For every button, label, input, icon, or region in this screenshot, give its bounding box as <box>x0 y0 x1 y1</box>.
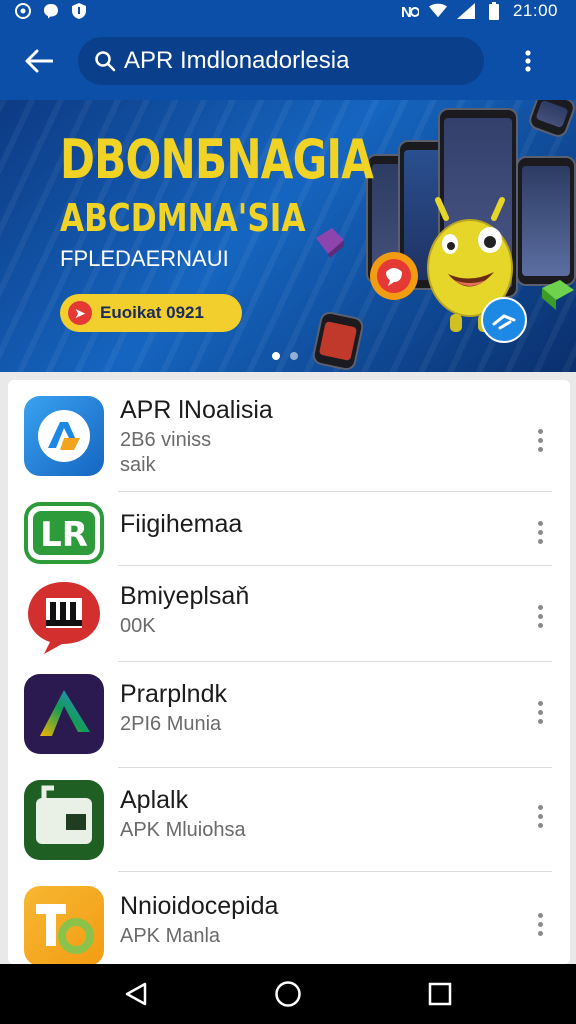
battery-icon <box>485 2 503 20</box>
app-icon-green-box <box>24 780 104 860</box>
share-bubble-icon <box>481 297 527 343</box>
nav-home-button[interactable] <box>258 964 318 1024</box>
more-vert-icon <box>525 50 531 72</box>
list-item-app-2[interactable]: LR Fiigihemaa <box>8 492 570 566</box>
app-icon-orange-ta <box>24 886 104 964</box>
heart-arrow-icon: ➤ <box>68 301 92 325</box>
banner-title: DBONБNAGIA <box>60 128 374 191</box>
app-5-texts: Aplalk APK Mluiohsa <box>120 786 246 842</box>
purple-cube-icon <box>316 228 344 258</box>
list-item-app-5[interactable]: Aplalk APK Mluiohsa <box>8 768 570 872</box>
system-nav-bar <box>0 964 576 1024</box>
app-list: APR lNoalisia 2B6 viniss saik LR Fiigihe… <box>8 380 570 964</box>
app-meta-2: saik <box>120 454 156 476</box>
search-icon <box>95 51 116 72</box>
app-meta: APK Manla <box>120 925 221 947</box>
more-vert-icon[interactable] <box>528 420 552 460</box>
signal-icon <box>456 2 475 20</box>
app-icon-gradient-triangle <box>24 674 104 754</box>
shield-icon <box>70 2 88 20</box>
banner-cta-label: Euoikat 0921 <box>100 303 204 322</box>
app-name: APR lNoalisia <box>120 396 273 424</box>
app-name: Aplalk <box>120 786 189 814</box>
app-meta: 00K <box>120 615 156 637</box>
status-right-icons: N 21:00 <box>401 1 558 21</box>
app-name: Prarplndk <box>120 680 227 708</box>
app-1-texts: APR lNoalisia 2B6 viniss saik <box>120 396 273 477</box>
list-item-app-6[interactable]: Nnioidocepida APK Manla <box>8 872 570 964</box>
app-2-texts: Fiigihemaa <box>120 510 242 539</box>
arrow-left-icon <box>25 49 53 73</box>
app-meta: 2B6 viniss <box>120 429 212 451</box>
notification-icon <box>14 2 32 20</box>
phone-illustration <box>516 156 576 286</box>
messenger-icon <box>42 2 60 20</box>
promo-banner[interactable]: DBONБNAGIA ABCDMNA'SIA FPLEDAERNAUI ➤ Eu… <box>0 100 576 372</box>
wifi-icon <box>428 2 447 20</box>
status-time: 21:00 <box>512 1 558 20</box>
banner-subtitle: ABCDMNA'SIA <box>60 196 306 240</box>
carousel-dot[interactable] <box>290 352 298 360</box>
carousel-indicator <box>272 352 298 360</box>
app-meta: 2PI6 Munia <box>120 713 222 735</box>
status-bar: N 21:00 <box>0 0 576 22</box>
overflow-menu-button[interactable] <box>504 22 552 100</box>
nav-recents-button[interactable] <box>410 964 470 1024</box>
status-left-icons <box>14 2 88 20</box>
app-3-texts: Bmiyeplsaň 00K <box>120 582 249 638</box>
app-icon-lr: LR <box>24 502 104 564</box>
back-triangle-icon <box>125 982 147 1006</box>
app-4-texts: Prarplndk 2PI6 Munia <box>120 680 227 736</box>
list-item-app-4[interactable]: Prarplndk 2PI6 Munia <box>8 662 570 768</box>
more-vert-icon[interactable] <box>528 796 552 836</box>
more-vert-icon[interactable] <box>528 512 552 552</box>
app-name: Nnioidocepida <box>120 892 279 920</box>
carousel-dot-active[interactable] <box>272 352 280 360</box>
more-vert-icon[interactable] <box>528 596 552 636</box>
banner-tagline: FPLEDAERNAUI <box>60 246 229 271</box>
app-icon-blue-letters <box>24 396 104 476</box>
banner-cta-button[interactable]: ➤ Euoikat 0921 <box>60 294 242 332</box>
search-input[interactable]: APR Imdlonadorlesia <box>78 37 484 85</box>
app-name: Fiigihemaa <box>120 510 243 538</box>
list-item-app-1[interactable]: APR lNoalisia 2B6 viniss saik <box>8 380 570 492</box>
back-button[interactable] <box>0 22 78 100</box>
chat-bubble-icon <box>370 252 418 300</box>
recents-square-icon <box>428 982 452 1006</box>
green-cube-icon <box>542 280 574 310</box>
app-name: Bmiyeplsaň <box>120 582 250 610</box>
nav-back-button[interactable] <box>106 964 166 1024</box>
app-icon-red-bubble <box>24 576 104 656</box>
app-meta: APK Mluiohsa <box>120 819 246 841</box>
list-item-app-3[interactable]: Bmiyeplsaň 00K <box>8 566 570 662</box>
app-6-texts: Nnioidocepida APK Manla <box>120 892 278 948</box>
more-vert-icon[interactable] <box>528 692 552 732</box>
more-vert-icon[interactable] <box>528 904 552 944</box>
search-query-text: APR Imdlonadorlesia <box>124 47 350 74</box>
home-circle-icon <box>275 981 301 1007</box>
app-bar: APR Imdlonadorlesia <box>0 22 576 100</box>
svg-text:LR: LR <box>40 515 88 555</box>
nfc-icon: N <box>401 2 419 20</box>
